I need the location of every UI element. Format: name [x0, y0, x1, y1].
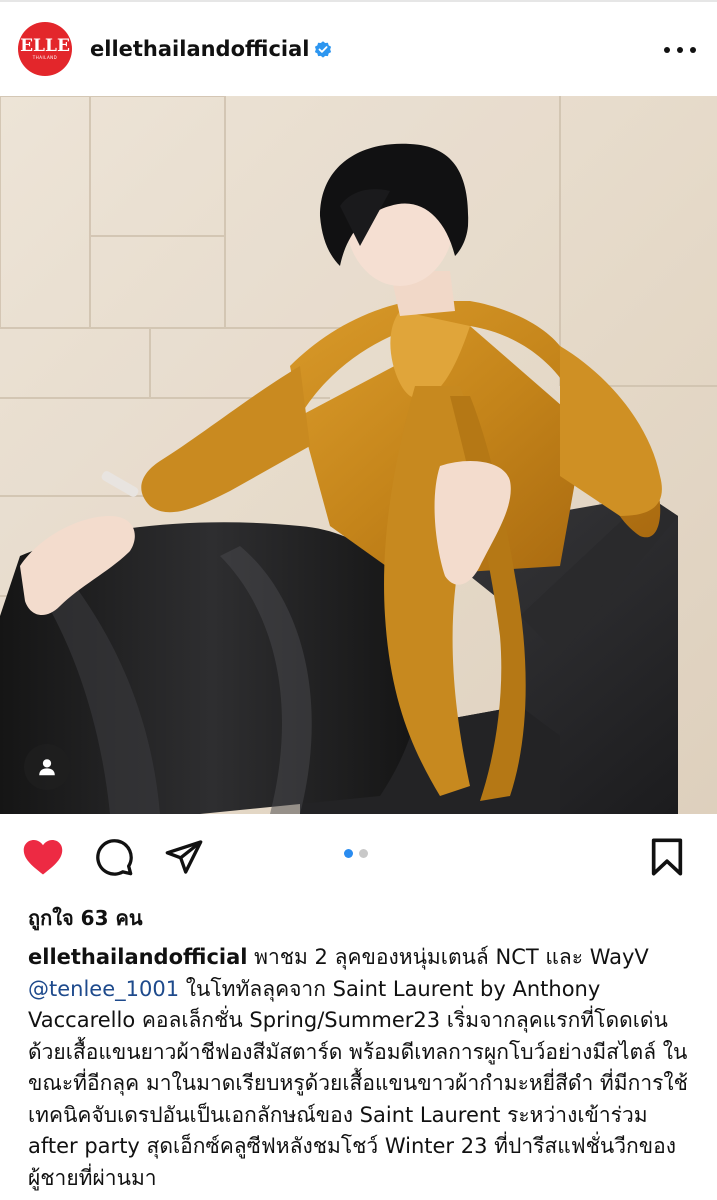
avatar-logo-subtext: THAILAND — [32, 54, 58, 60]
post-header: ELLE THAILAND ellethailandofficial — [0, 2, 717, 96]
comment-button[interactable] — [93, 836, 135, 878]
avatar-logo-text: ELLE — [20, 35, 70, 56]
caption-username[interactable]: ellethailandofficial — [28, 945, 247, 969]
carousel-indicator — [344, 849, 368, 858]
carousel-dot — [359, 849, 368, 858]
post-action-bar — [0, 814, 717, 894]
share-button[interactable] — [163, 836, 205, 878]
user-tag-icon — [39, 759, 55, 776]
more-options-button[interactable] — [664, 38, 696, 62]
post-username[interactable]: ellethailandofficial — [90, 37, 309, 61]
post-image — [0, 96, 717, 814]
caption-text: พาชม 2 ลุคของหนุ่มเตนล์ NCT และ WayV — [247, 945, 649, 969]
post-photo[interactable] — [0, 96, 717, 814]
avatar[interactable]: ELLE THAILAND — [18, 22, 72, 76]
heart-filled-icon — [23, 840, 63, 875]
bookmark-icon — [651, 838, 683, 876]
send-icon — [165, 840, 203, 874]
likes-count[interactable]: ถูกใจ 63 คน — [28, 902, 143, 934]
more-dot-icon — [677, 47, 683, 53]
verified-badge-icon — [314, 41, 332, 58]
caption-text: ในโททัลลุคจาก Saint Laurent by Anthony V… — [28, 976, 688, 1190]
more-dot-icon — [664, 47, 670, 53]
caption-mention-link[interactable]: @tenlee_1001 — [28, 977, 179, 1001]
like-button[interactable] — [22, 836, 64, 878]
comment-icon — [96, 839, 133, 876]
post-caption: ellethailandofficial พาชม 2 ลุคของหนุ่มเ… — [28, 942, 703, 1194]
more-dot-icon — [690, 47, 696, 53]
carousel-dot-active — [344, 849, 353, 858]
save-button[interactable] — [646, 836, 688, 878]
user-tag-button[interactable] — [24, 744, 70, 790]
